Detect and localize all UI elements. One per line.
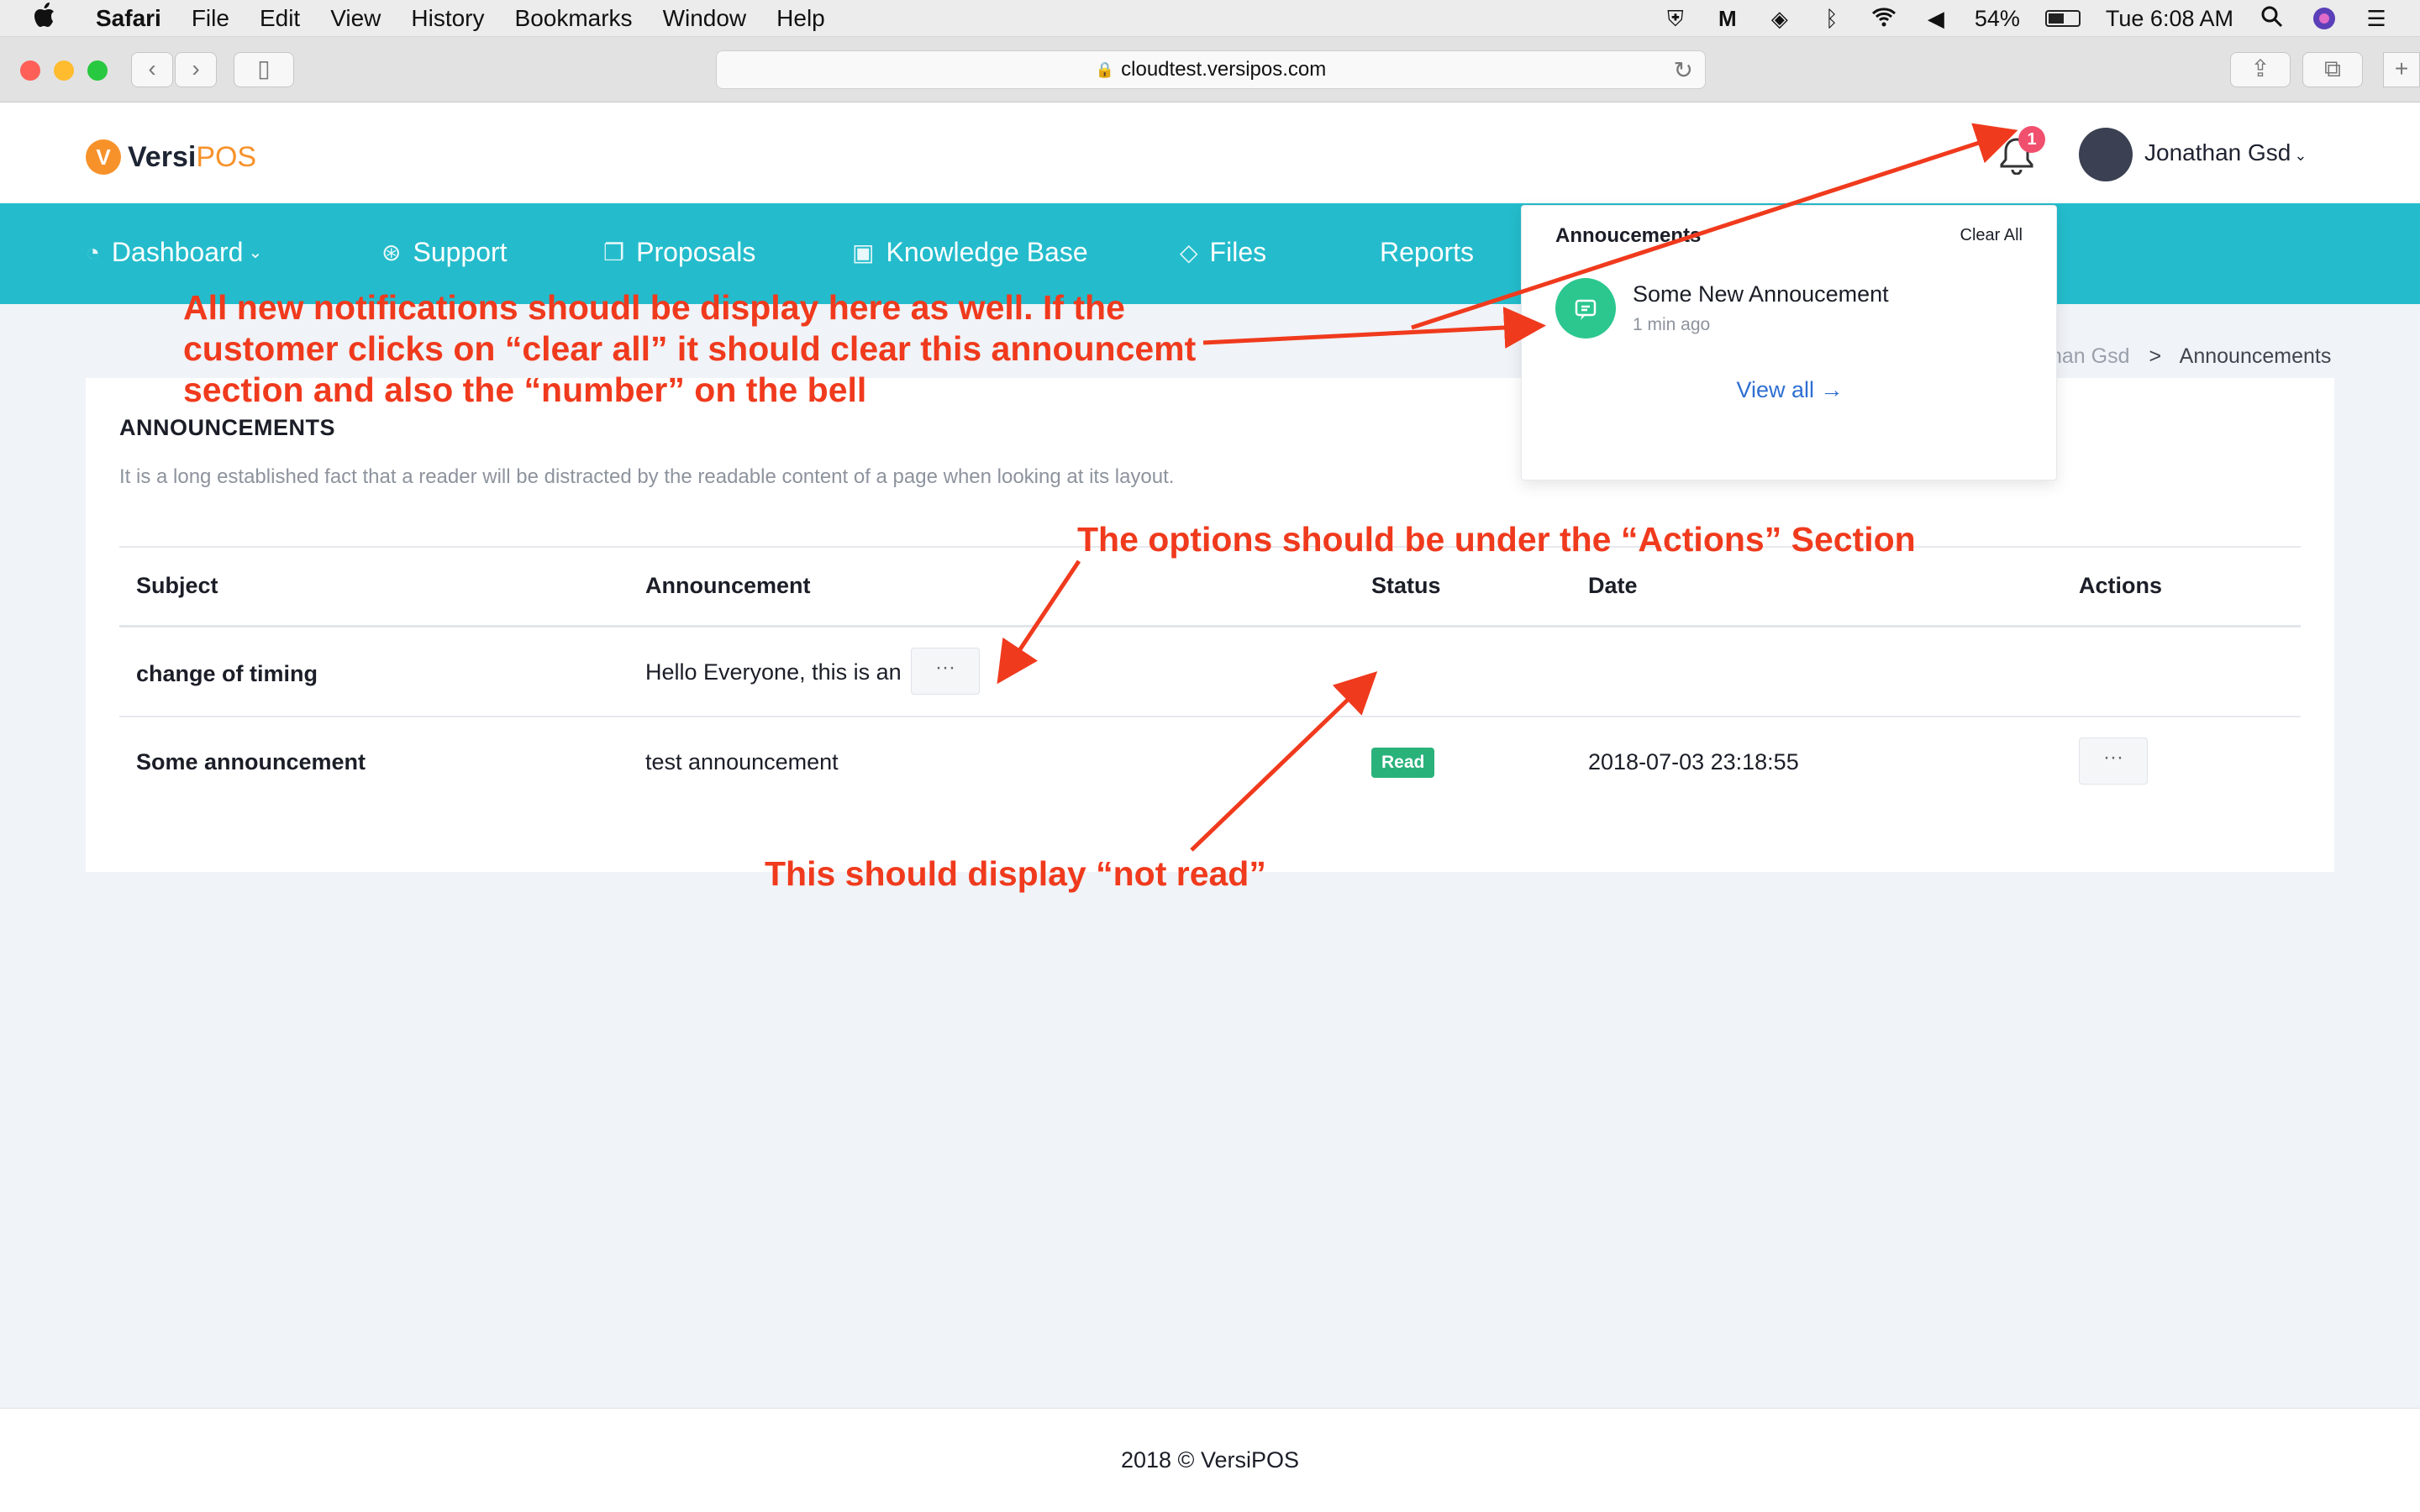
arrow-to-row-options: [997, 559, 1081, 685]
annotation-arrows: [997, 123, 2018, 852]
arrow-to-dropdown: [1202, 307, 1546, 349]
arrow-to-status: [1190, 671, 1378, 852]
arrow-to-bell: [1411, 123, 2018, 330]
